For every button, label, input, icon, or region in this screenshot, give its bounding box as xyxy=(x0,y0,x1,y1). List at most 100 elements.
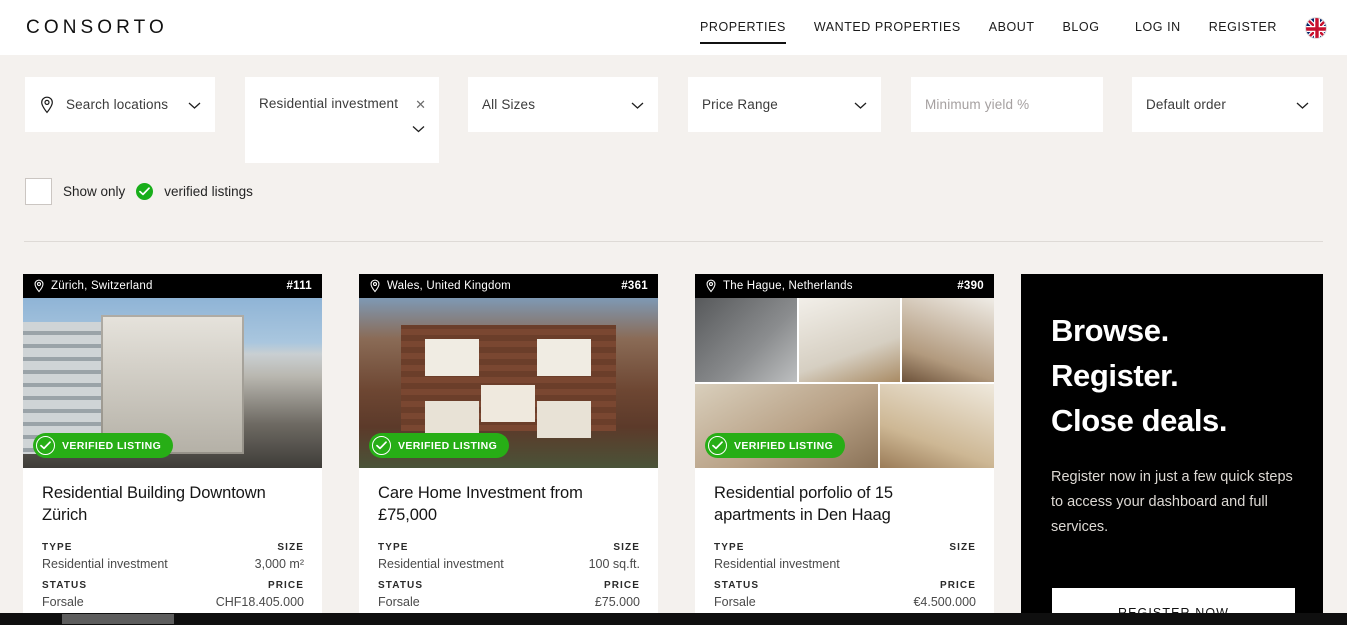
card-listing-id: #390 xyxy=(957,280,984,292)
status-label: STATUS xyxy=(714,580,760,591)
filter-price-range[interactable]: Price Range xyxy=(688,77,881,132)
size-label: SIZE xyxy=(949,542,976,553)
chevron-down-icon xyxy=(412,121,425,136)
uk-flag-icon[interactable] xyxy=(1305,16,1327,39)
status-label: STATUS xyxy=(378,580,424,591)
filter-property-type[interactable]: Residential investment ✕ xyxy=(245,77,439,163)
type-label: TYPE xyxy=(42,542,73,553)
promo-heading-line3: Close deals. xyxy=(1051,403,1228,438)
price-value: €4.500.000 xyxy=(913,595,976,609)
card-photo[interactable]: VERIFIED LISTING xyxy=(23,298,322,468)
check-circle-icon xyxy=(372,436,391,455)
card-location-bar: Wales, United Kingdom #361 xyxy=(359,274,658,298)
nav-item-blog[interactable]: BLOG xyxy=(1063,20,1100,36)
site-header: CONSORTO PROPERTIES WANTED PROPERTIES AB… xyxy=(0,0,1347,55)
main-navigation: PROPERTIES WANTED PROPERTIES ABOUT BLOG xyxy=(700,0,1127,55)
filter-type-label: Residential investment xyxy=(259,96,399,111)
card-location-bar: The Hague, Netherlands #390 xyxy=(695,274,994,298)
chevron-down-icon xyxy=(188,97,201,112)
card-title[interactable]: Care Home Investment from £75,000 xyxy=(378,482,640,526)
page-root: CONSORTO PROPERTIES WANTED PROPERTIES AB… xyxy=(0,0,1347,625)
card-specs: TYPE Residential investment STATUS Forsa… xyxy=(378,542,640,618)
card-specs: TYPE Residential investment STATUS Forsa… xyxy=(714,542,976,619)
minimum-yield-input[interactable]: Minimum yield % xyxy=(925,97,1029,113)
card-specs: TYPE Residential investment STATUS Forsa… xyxy=(42,542,304,618)
check-circle-icon xyxy=(136,183,154,200)
card-location-label: Wales, United Kingdom xyxy=(387,280,511,292)
price-value: CHF18.405.000 xyxy=(215,595,304,609)
filter-sizes[interactable]: All Sizes xyxy=(468,77,658,132)
check-circle-icon xyxy=(36,436,55,455)
card-photo[interactable]: VERIFIED LISTING xyxy=(695,298,994,468)
status-value: Forsale xyxy=(378,595,420,609)
verified-badge-label: VERIFIED LISTING xyxy=(62,439,162,452)
card-location-bar: Zürich, Switzerland #111 xyxy=(23,274,322,298)
filter-size-label: All Sizes xyxy=(482,96,536,112)
close-icon[interactable]: ✕ xyxy=(415,98,426,111)
card-specs-left: TYPE Residential investment STATUS Forsa… xyxy=(42,542,173,618)
filter-search-locations[interactable]: Search locations xyxy=(25,77,215,132)
status-value: Forsale xyxy=(42,595,84,609)
nav-item-wanted-properties[interactable]: WANTED PROPERTIES xyxy=(814,20,961,36)
card-location-label: Zürich, Switzerland xyxy=(51,280,153,292)
nav-item-about[interactable]: ABOUT xyxy=(989,20,1035,36)
filter-location-label: Search locations xyxy=(66,96,169,112)
verified-badge-label: VERIFIED LISTING xyxy=(398,439,498,452)
chevron-down-icon xyxy=(631,97,644,112)
verified-listing-badge: VERIFIED LISTING xyxy=(705,433,846,458)
card-location-label: The Hague, Netherlands xyxy=(723,280,853,292)
horizontal-scrollbar[interactable] xyxy=(0,613,1347,625)
size-value xyxy=(845,556,976,572)
section-divider xyxy=(24,241,1323,242)
location-pin-icon xyxy=(705,279,717,293)
verified-listing-badge: VERIFIED LISTING xyxy=(33,433,174,458)
price-value: £75.000 xyxy=(594,595,640,609)
type-value: Residential investment xyxy=(42,557,168,571)
card-body: Residential Building Downtown Zürich TYP… xyxy=(23,468,322,618)
type-value: Residential investment xyxy=(714,557,840,571)
card-title[interactable]: Residential porfolio of 15 apartments in… xyxy=(714,482,976,526)
property-card[interactable]: Zürich, Switzerland #111 VERIFIED LISTIN… xyxy=(23,274,322,619)
account-navigation: LOG IN REGISTER xyxy=(1135,0,1327,55)
price-label: PRICE xyxy=(267,580,304,591)
verified-listing-badge: VERIFIED LISTING xyxy=(369,433,510,458)
card-body: Care Home Investment from £75,000 TYPE R… xyxy=(359,468,658,618)
type-value: Residential investment xyxy=(378,557,504,571)
register-link[interactable]: REGISTER xyxy=(1209,20,1277,36)
nav-item-properties[interactable]: PROPERTIES xyxy=(700,20,786,44)
card-specs-left: TYPE Residential investment STATUS Forsa… xyxy=(378,542,509,618)
size-label: SIZE xyxy=(613,542,640,553)
property-card[interactable]: The Hague, Netherlands #390 VERIFIED LIS… xyxy=(695,274,994,619)
promo-heading: Browse. Register. Close deals. xyxy=(1051,308,1293,443)
verified-listings-filter: Show only verified listings xyxy=(25,178,253,205)
filter-sort-order[interactable]: Default order xyxy=(1132,77,1323,132)
promo-heading-line1: Browse. xyxy=(1051,313,1169,348)
chevron-down-icon xyxy=(1296,97,1309,112)
card-listing-id: #111 xyxy=(286,280,312,292)
chevron-down-icon xyxy=(854,97,867,112)
scrollbar-thumb[interactable] xyxy=(62,614,174,624)
check-circle-icon xyxy=(708,436,727,455)
card-photo[interactable]: VERIFIED LISTING xyxy=(359,298,658,468)
location-pin-icon xyxy=(33,279,45,293)
location-pin-icon xyxy=(39,96,55,114)
register-promo-panel: Browse. Register. Close deals. Register … xyxy=(1021,274,1323,625)
size-value: 3,000 m² xyxy=(254,557,304,571)
login-link[interactable]: LOG IN xyxy=(1135,20,1181,36)
card-specs-right: SIZE 3,000 m² PRICE CHF18.405.000 xyxy=(173,542,304,618)
verified-badge-label: VERIFIED LISTING xyxy=(734,439,834,452)
card-specs-left: TYPE Residential investment STATUS Forsa… xyxy=(714,542,845,619)
property-card[interactable]: Wales, United Kingdom #361 VERIFIED LIST… xyxy=(359,274,658,619)
filter-order-label: Default order xyxy=(1146,96,1226,112)
brand-logo[interactable]: CONSORTO xyxy=(26,17,168,39)
size-value: 100 sq.ft. xyxy=(588,557,640,571)
verified-text-before: Show only xyxy=(63,184,126,199)
filter-minimum-yield[interactable]: Minimum yield % xyxy=(911,77,1103,132)
card-title[interactable]: Residential Building Downtown Zürich xyxy=(42,482,304,526)
verified-checkbox[interactable] xyxy=(25,178,52,205)
price-label: PRICE xyxy=(939,580,976,591)
verified-text-after: verified listings xyxy=(164,184,253,199)
card-body: Residential porfolio of 15 apartments in… xyxy=(695,468,994,619)
size-label: SIZE xyxy=(277,542,304,553)
status-label: STATUS xyxy=(42,580,88,591)
